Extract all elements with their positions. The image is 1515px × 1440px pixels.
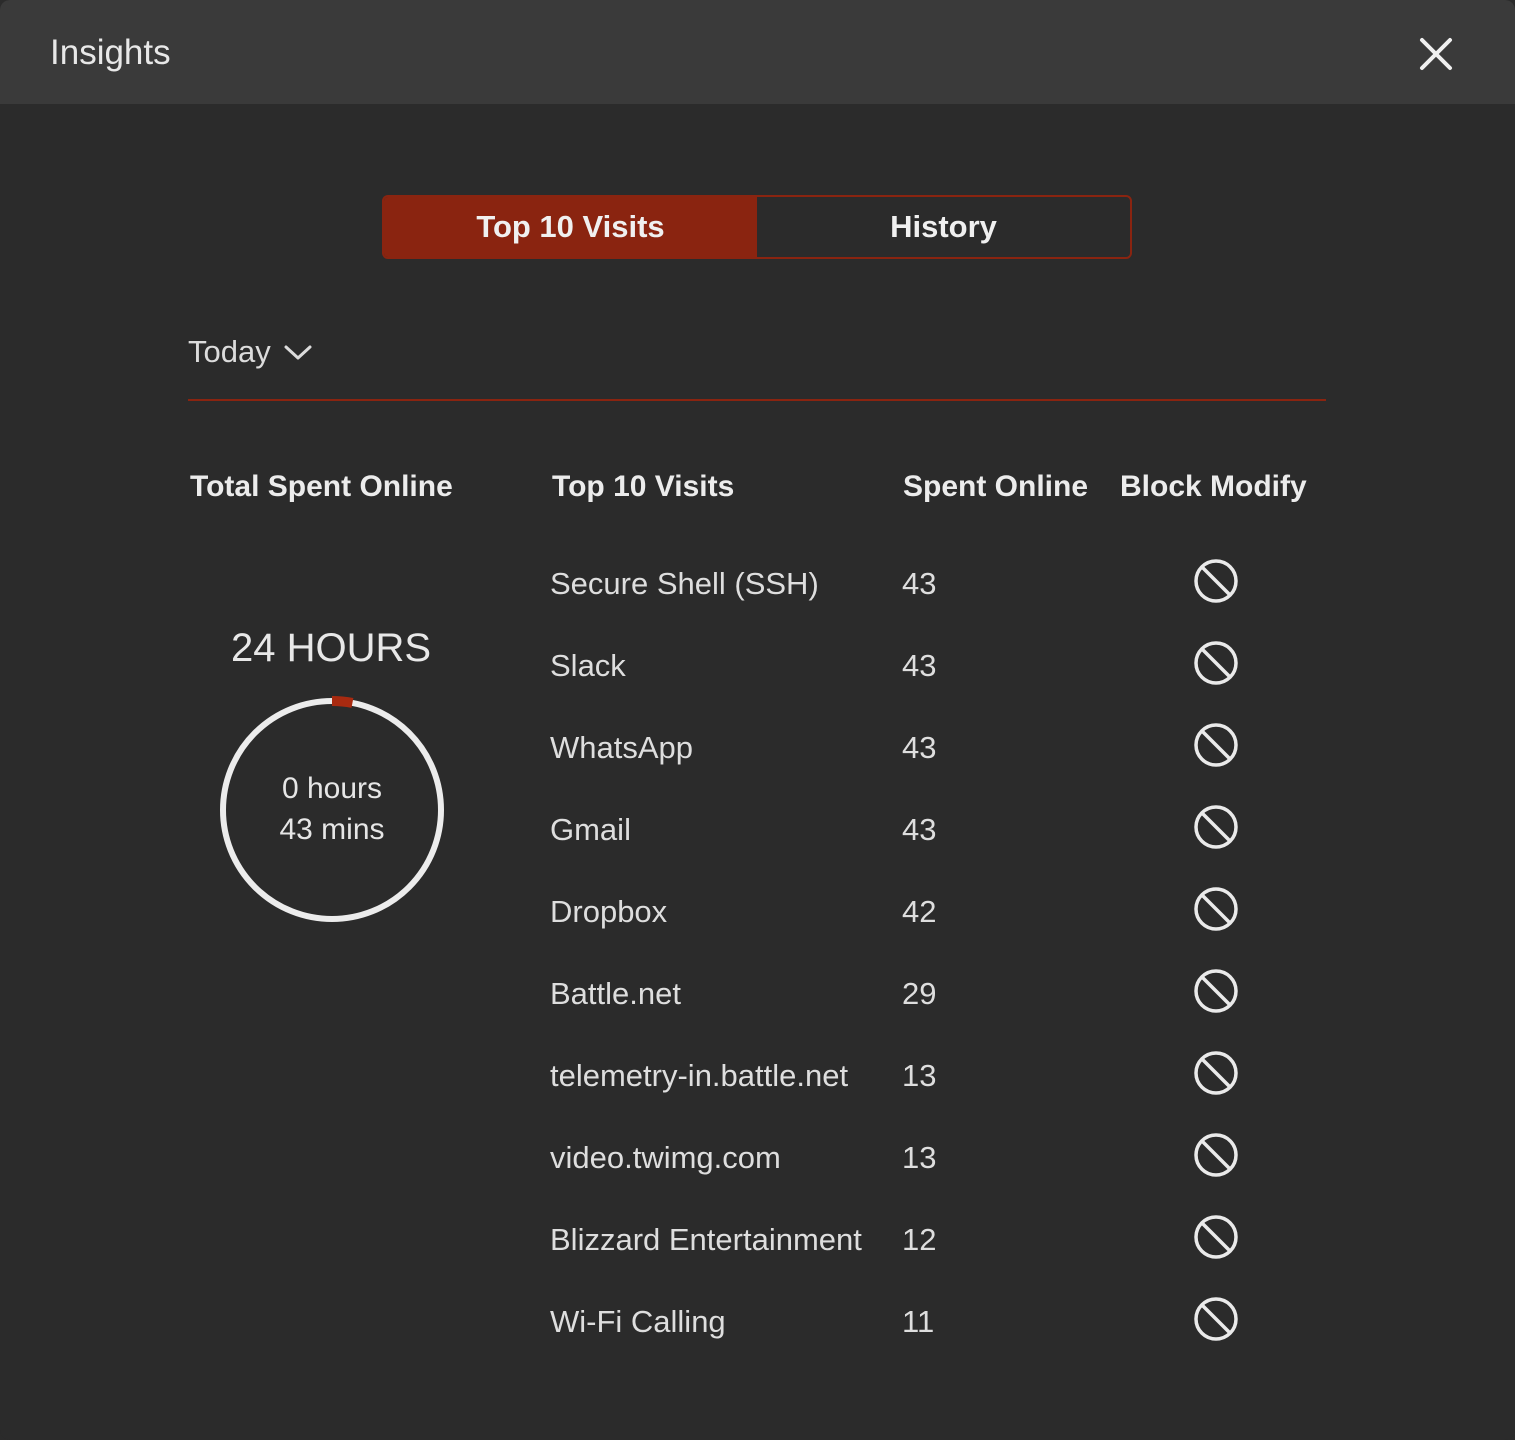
visit-spent: 11 xyxy=(902,1304,935,1339)
visit-name: Slack xyxy=(550,648,626,683)
list-item: Gmail 43 xyxy=(0,805,1515,894)
block-button[interactable] xyxy=(1191,1130,1241,1180)
block-icon xyxy=(1194,1051,1238,1095)
period-label: Today xyxy=(188,334,271,369)
visit-name: Secure Shell (SSH) xyxy=(550,566,819,601)
visit-name: video.twimg.com xyxy=(550,1140,781,1175)
header-spent-online: Spent Online xyxy=(903,470,1089,503)
list-item: video.twimg.com 13 xyxy=(0,1133,1515,1222)
list-item: Slack 43 xyxy=(0,641,1515,730)
block-button[interactable] xyxy=(1191,884,1241,934)
block-button[interactable] xyxy=(1191,1048,1241,1098)
visit-spent: 43 xyxy=(902,648,937,683)
close-button[interactable] xyxy=(1412,30,1460,78)
header-total-spent: Total Spent Online xyxy=(190,470,453,503)
block-button[interactable] xyxy=(1191,556,1241,606)
header-top-visits: Top 10 Visits xyxy=(552,470,735,503)
block-icon xyxy=(1194,1215,1238,1259)
visit-spent: 42 xyxy=(902,894,937,929)
visit-name: Blizzard Entertainment xyxy=(550,1222,862,1257)
list-item: Blizzard Entertainment 12 xyxy=(0,1215,1515,1304)
visit-spent: 43 xyxy=(902,730,937,765)
list-item: WhatsApp 43 xyxy=(0,723,1515,812)
block-button[interactable] xyxy=(1191,802,1241,852)
visit-spent: 43 xyxy=(902,566,937,601)
block-icon xyxy=(1194,1133,1238,1177)
list-item: Secure Shell (SSH) 43 xyxy=(0,559,1515,648)
view-tabs: Top 10 Visits History xyxy=(382,195,1132,259)
period-dropdown[interactable]: Today xyxy=(188,334,313,370)
insights-dialog: Insights Top 10 Visits History Today Tot… xyxy=(0,0,1515,1440)
visit-spent: 43 xyxy=(902,812,937,847)
visit-spent: 13 xyxy=(902,1058,937,1093)
block-button[interactable] xyxy=(1191,1212,1241,1262)
list-item: Battle.net 29 xyxy=(0,969,1515,1058)
block-icon xyxy=(1194,969,1238,1013)
visit-name: Dropbox xyxy=(550,894,668,929)
visit-spent: 13 xyxy=(902,1140,937,1175)
visit-spent: 29 xyxy=(902,976,937,1011)
block-icon xyxy=(1194,887,1238,931)
block-icon xyxy=(1194,805,1238,849)
list-item: Dropbox 42 xyxy=(0,887,1515,976)
chevron-down-icon xyxy=(284,345,312,360)
block-icon xyxy=(1194,723,1238,767)
block-button[interactable] xyxy=(1191,966,1241,1016)
title-bar: Insights xyxy=(0,0,1515,104)
block-button[interactable] xyxy=(1191,638,1241,688)
block-icon xyxy=(1194,559,1238,603)
dialog-title: Insights xyxy=(50,33,171,72)
tab-top-10-visits[interactable]: Top 10 Visits xyxy=(384,197,757,257)
visit-spent: 12 xyxy=(902,1222,937,1257)
block-button[interactable] xyxy=(1191,1294,1241,1344)
close-icon xyxy=(1420,38,1452,70)
visit-name: telemetry-in.battle.net xyxy=(550,1058,849,1093)
block-button[interactable] xyxy=(1191,720,1241,770)
block-icon xyxy=(1194,1297,1238,1341)
visit-name: Wi-Fi Calling xyxy=(550,1304,726,1339)
visit-name: Battle.net xyxy=(550,976,681,1011)
visit-name: Gmail xyxy=(550,812,631,847)
tab-history[interactable]: History xyxy=(757,197,1130,257)
list-item: telemetry-in.battle.net 13 xyxy=(0,1051,1515,1140)
header-block-modify: Block Modify xyxy=(1120,470,1307,503)
visit-name: WhatsApp xyxy=(550,730,694,765)
list-item: Wi-Fi Calling 11 xyxy=(0,1297,1515,1386)
block-icon xyxy=(1194,641,1238,685)
divider xyxy=(188,399,1326,401)
